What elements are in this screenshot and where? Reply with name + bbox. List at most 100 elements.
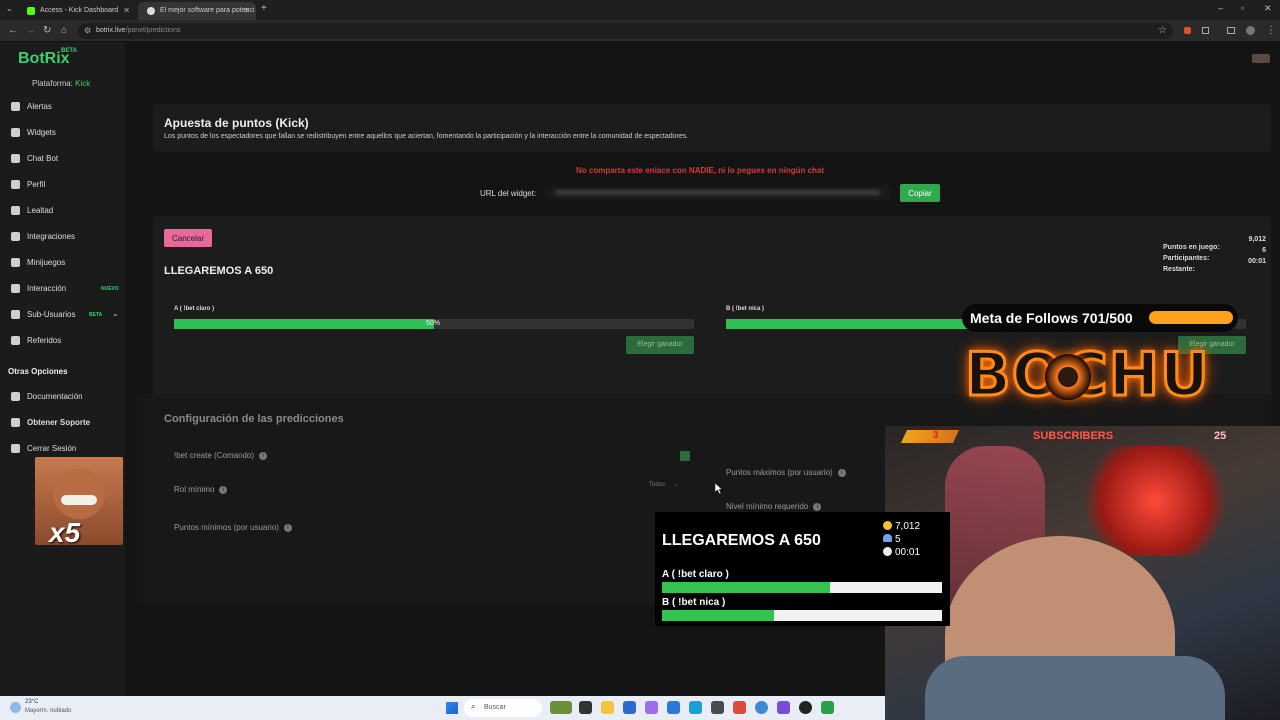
brand-badge: BETA (61, 48, 77, 54)
sidebar-item-label: Sub-Usuarios (27, 310, 76, 319)
overlay-option-a-fill (662, 582, 830, 593)
windows-start-icon[interactable] (446, 702, 458, 714)
chrome-icon[interactable] (733, 701, 746, 714)
forward-icon[interactable]: → (25, 25, 35, 36)
fire-effect (1085, 446, 1225, 556)
browser-toolbar: ← → ↻ ⌂ ⚙ botrix.live/panel/predictions … (0, 20, 1280, 42)
site-info-icon[interactable]: ⚙ (84, 26, 91, 35)
sidebar-item-label: Referidos (27, 336, 62, 345)
file-explorer-icon[interactable] (601, 701, 614, 714)
sidebar-item-chat-bot[interactable]: Chat Bot (0, 149, 125, 169)
sidebar: BotRix BETA Plataforma: Kick Alertas Wid… (0, 42, 125, 696)
cancel-prediction-button[interactable]: Cancelar (164, 229, 212, 247)
reload-icon[interactable]: ↻ (43, 25, 51, 36)
stat-label: Restante: (1163, 266, 1195, 273)
sidebar-item-documentacion[interactable]: Documentación (0, 387, 125, 407)
coin-icon (883, 521, 892, 530)
tab-list-icon[interactable]: ⌄ (6, 4, 13, 13)
home-icon[interactable]: ⌂ (61, 25, 67, 36)
minimize-icon[interactable]: – (1218, 3, 1223, 13)
taskbar-search[interactable]: ⌕ Buscar (464, 699, 542, 717)
trophy-icon (11, 206, 20, 215)
sidebar-item-integraciones[interactable]: Integraciones (0, 227, 125, 247)
widget-url-field[interactable] (545, 186, 890, 200)
mail-icon[interactable] (667, 701, 680, 714)
media-icon[interactable] (1227, 27, 1235, 34)
follows-goal-text: Meta de Follows 701/500 (970, 310, 1133, 326)
option-a-progress: 50% (174, 319, 694, 329)
excel-icon[interactable] (821, 701, 834, 714)
overlay-option-a-bar (662, 582, 942, 593)
profile-avatar-icon[interactable] (1246, 26, 1255, 35)
sidebar-item-label: Interacción (27, 284, 67, 293)
widgets-icon[interactable] (550, 701, 572, 714)
app-icon[interactable] (645, 701, 658, 714)
sidebar-item-cerrar-sesion[interactable]: Cerrar Sesión (0, 439, 125, 459)
user-avatar[interactable] (1252, 54, 1270, 63)
close-tab-icon[interactable]: ✕ (243, 6, 250, 15)
security-warning: No comparta este enlace con NADIE, ni lo… (576, 166, 825, 175)
info-icon[interactable]: i (259, 451, 268, 460)
chrome-active-icon[interactable] (755, 701, 768, 714)
info-icon[interactable]: i (283, 523, 292, 532)
subs-left-value: 3 (933, 430, 939, 441)
extension-icon[interactable] (1184, 27, 1191, 34)
tab-kick-dashboard[interactable]: Access - Kick Dashboard ✕ (18, 2, 136, 20)
search-placeholder: Buscar (484, 704, 506, 711)
select-value: Todos (649, 482, 666, 488)
close-tab-icon[interactable]: ✕ (123, 6, 130, 15)
back-icon[interactable]: ← (8, 25, 18, 36)
extensions-puzzle-icon[interactable] (1202, 27, 1209, 34)
info-icon[interactable]: i (837, 468, 846, 477)
sidebar-item-alertas[interactable]: Alertas (0, 97, 125, 117)
browser-menu-icon[interactable]: ⋮ (1266, 25, 1276, 36)
sidebar-item-sub-usuarios[interactable]: Sub-Usuarios BETA ⌄ (0, 305, 125, 325)
follows-goal-overlay: Meta de Follows 701/500 (962, 304, 1238, 332)
sidebar-item-lealtad[interactable]: Lealtad (0, 201, 125, 221)
edge-icon[interactable] (689, 701, 702, 714)
overlay-option-a-label: A ( !bet claro ) (662, 569, 729, 580)
prediction-stats: Puntos en juego: 9,012 Participantes: 6 Re… (1163, 236, 1266, 273)
field-label: Nivel mínimo requerido (726, 502, 809, 511)
min-role-field: Rol mínimo i (174, 485, 228, 494)
bet-create-toggle[interactable] (680, 451, 690, 461)
platform-indicator: Plataforma: Kick (32, 79, 90, 88)
sidebar-item-soporte[interactable]: Obtener Soporte (0, 413, 125, 433)
users-icon (883, 534, 892, 542)
page-title: Apuesta de puntos (Kick) (164, 116, 309, 130)
new-tab-icon[interactable]: + (261, 3, 267, 14)
sidebar-item-interaccion[interactable]: Interacción NUEVO (0, 279, 125, 299)
min-role-select[interactable]: Todos ⌄ (644, 477, 690, 493)
teeth-shape (61, 495, 97, 505)
obs-icon[interactable] (799, 701, 812, 714)
sidebar-item-label: Chat Bot (27, 154, 59, 163)
terminal-icon[interactable] (711, 701, 724, 714)
overlay-users: 5 (883, 534, 901, 545)
chevron-down-icon[interactable]: ⌄ (112, 309, 119, 318)
discord-icon[interactable] (777, 701, 790, 714)
maximize-icon[interactable]: ▫ (1241, 3, 1244, 13)
choose-winner-a-button[interactable]: Elegir ganador (626, 336, 694, 354)
prediction-overlay: LLEGAREMOS A 650 7,012 5 00:01 A ( !bet … (655, 512, 950, 626)
botrix-logo[interactable]: BotRix BETA (18, 48, 77, 68)
sidebar-item-widgets[interactable]: Widgets (0, 123, 125, 143)
weather-icon[interactable] (10, 702, 21, 713)
close-window-icon[interactable]: ✕ (1264, 3, 1272, 14)
sidebar-item-perfil[interactable]: Perfil (0, 175, 125, 195)
copy-url-button[interactable]: Copiar (900, 184, 940, 202)
store-icon[interactable] (623, 701, 636, 714)
sidebar-item-label: Perfil (27, 180, 46, 189)
bell-icon (11, 102, 20, 111)
address-bar[interactable]: ⚙ botrix.live/panel/predictions (78, 23, 1173, 39)
sidebar-item-minijuegos[interactable]: Minijuegos (0, 253, 125, 273)
stat-value: 6 (1262, 247, 1266, 254)
info-icon[interactable]: i (813, 502, 822, 511)
follows-goal-bar (1149, 311, 1233, 324)
tab-botrix[interactable]: El mejor software para potenci ✕ (138, 2, 256, 20)
sidebar-item-referidos[interactable]: Referidos (0, 331, 125, 351)
tab-label: Access - Kick Dashboard (40, 7, 119, 14)
info-icon[interactable]: i (219, 485, 228, 494)
bookmark-star-icon[interactable]: ☆ (1158, 25, 1167, 36)
field-label: !bet create (Comando) (174, 451, 255, 460)
task-view-icon[interactable] (579, 701, 592, 714)
